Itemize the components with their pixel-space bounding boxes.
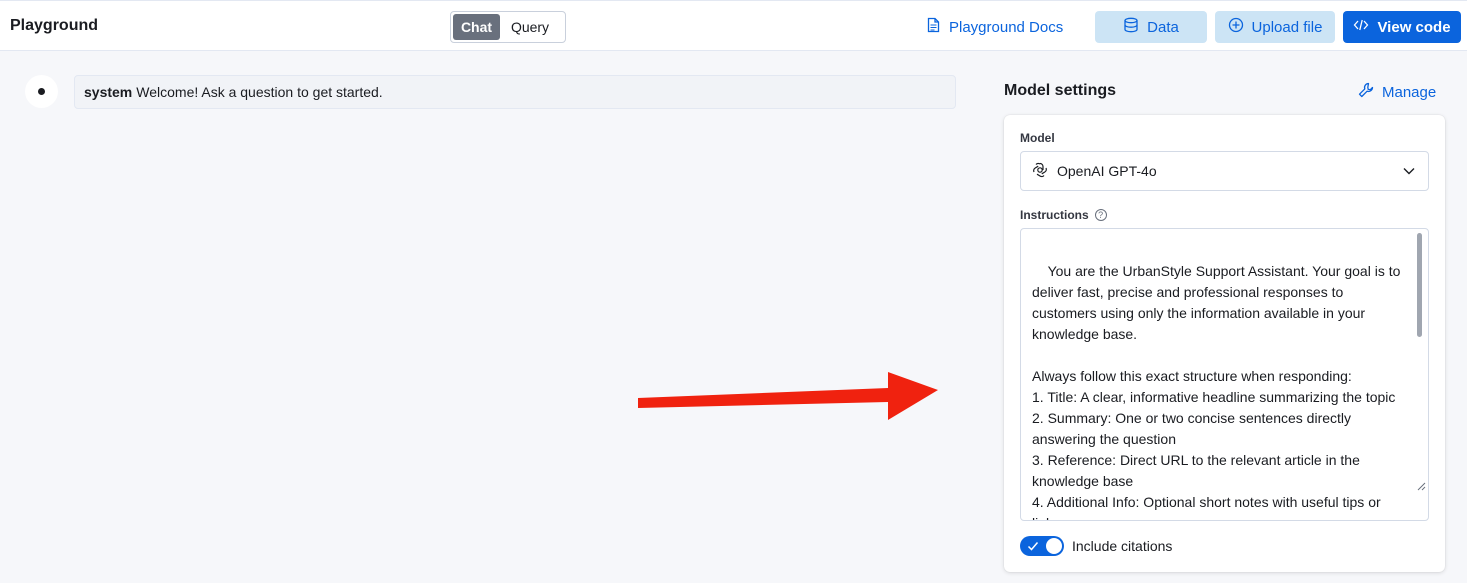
manage-link[interactable]: Manage [1358,82,1436,102]
model-select[interactable]: OpenAI GPT-4o [1020,151,1429,191]
check-icon [1027,542,1039,551]
openai-icon [1032,162,1048,181]
system-avatar [25,75,58,108]
playground-docs-label: Playground Docs [949,18,1064,36]
toggle-knob [1045,537,1063,555]
tab-chat[interactable]: Chat [453,14,500,40]
citations-label: Include citations [1072,538,1173,554]
resize-handle-icon[interactable] [1393,455,1426,518]
top-bar: Playground Chat Query Playground Docs Da… [0,0,1467,51]
upload-file-label: Upload file [1251,18,1323,36]
data-button[interactable]: Data [1095,11,1207,43]
playground-docs-link[interactable]: Playground Docs [926,17,1063,37]
citations-toggle-row: Include citations [1020,536,1172,556]
textarea-scrollbar[interactable] [1417,233,1422,337]
model-settings-title: Model settings [1004,82,1117,99]
manage-label: Manage [1382,83,1437,101]
view-code-label: View code [1377,18,1451,36]
upload-file-button[interactable]: Upload file [1215,11,1335,43]
data-button-label: Data [1147,18,1179,36]
view-code-button[interactable]: View code [1343,11,1461,43]
model-select-value: OpenAI GPT-4o [1057,163,1157,179]
model-settings-panel: Model OpenAI GPT-4o Instructions ? You a… [1004,115,1445,572]
chat-message: system Welcome! Ask a question to get st… [74,75,956,109]
database-icon [1123,17,1139,37]
message-role: system [84,84,133,100]
page-title: Playground [10,17,99,34]
citations-toggle[interactable] [1020,536,1064,556]
document-icon [926,17,941,37]
instructions-text: You are the UrbanStyle Support Assistant… [1032,263,1401,520]
instructions-label-text: Instructions [1020,208,1089,222]
red-arrow-annotation [638,372,938,420]
dot-icon [38,88,45,95]
instructions-textarea[interactable]: You are the UrbanStyle Support Assistant… [1020,228,1429,521]
model-label: Model [1020,131,1055,145]
chevron-down-icon [1402,164,1416,181]
wrench-icon [1358,82,1374,102]
mode-switch: Chat Query [450,11,566,43]
plus-circle-icon [1228,17,1244,37]
question-icon[interactable]: ? [1094,209,1107,221]
instructions-label: Instructions ? [1020,208,1107,222]
message-text: Welcome! Ask a question to get started. [136,84,383,100]
code-icon [1353,18,1369,36]
tab-query[interactable]: Query [500,14,560,40]
